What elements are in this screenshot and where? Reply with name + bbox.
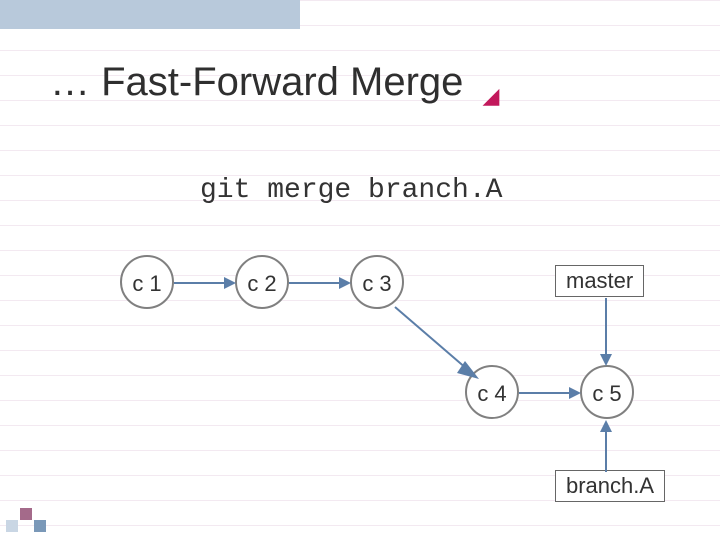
arrow-master-c5 bbox=[598, 298, 614, 368]
commit-c2: c 2 bbox=[235, 255, 289, 309]
slide-title-text: … Fast-Forward Merge bbox=[50, 60, 463, 104]
accent-square bbox=[20, 508, 32, 520]
arrow-branchA-c5 bbox=[598, 420, 614, 472]
commit-c1: c 1 bbox=[120, 255, 174, 309]
accent-square bbox=[34, 520, 46, 532]
git-command: git merge branch.A bbox=[200, 175, 502, 206]
commit-c5: c 5 bbox=[580, 365, 634, 419]
arrow-c3-c4 bbox=[395, 307, 485, 387]
arrow-c2-c3 bbox=[289, 275, 351, 291]
placeholder-bar bbox=[0, 0, 300, 29]
corner-icon: ◢ bbox=[483, 83, 500, 108]
arrow-c1-c2 bbox=[174, 275, 236, 291]
arrow-c4-c5 bbox=[519, 385, 581, 401]
commit-c3: c 3 bbox=[350, 255, 404, 309]
slide-title: … Fast-Forward Merge ◢ bbox=[50, 60, 499, 105]
branch-master: master bbox=[555, 265, 644, 297]
slide: … Fast-Forward Merge ◢ git merge branch.… bbox=[0, 0, 720, 540]
branch-branchA: branch.A bbox=[555, 470, 665, 502]
accent-square bbox=[6, 520, 18, 532]
